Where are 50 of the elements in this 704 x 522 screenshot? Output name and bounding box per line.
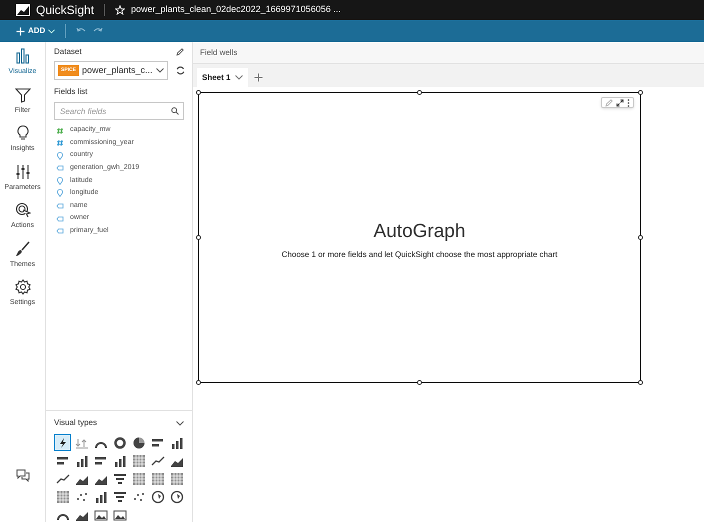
lightbulb-icon bbox=[14, 125, 30, 141]
more-icon[interactable] bbox=[627, 98, 630, 106]
visual-hint: Choose 1 or more fields and let QuickSight choose the most appropriate chart bbox=[282, 248, 558, 261]
resize-handle[interactable] bbox=[196, 235, 201, 240]
logo-icon bbox=[16, 4, 30, 16]
visual-menu[interactable] bbox=[601, 97, 634, 108]
sheet-tab[interactable]: Sheet 1 bbox=[197, 68, 248, 87]
visual-card[interactable]: AutoGraph Choose 1 or more fields and let QuickSight choose the most appropriate chart bbox=[198, 92, 641, 383]
resize-handle[interactable] bbox=[417, 380, 422, 385]
dataset-heading: Dataset bbox=[54, 46, 82, 58]
filter-icon bbox=[14, 86, 30, 102]
chevron-down-icon bbox=[235, 75, 244, 80]
map-pin-icon bbox=[56, 152, 64, 160]
search-icon bbox=[171, 107, 179, 115]
chevron-down-icon bbox=[156, 68, 164, 73]
chevron-down-icon[interactable] bbox=[176, 420, 184, 426]
lightning-icon[interactable] bbox=[54, 434, 71, 451]
map-pin-icon bbox=[56, 176, 64, 185]
expand-icon[interactable] bbox=[616, 98, 624, 106]
settings-icon bbox=[14, 279, 30, 295]
chat-bubbles-icon[interactable] bbox=[16, 469, 30, 482]
resize-handle[interactable] bbox=[196, 380, 201, 385]
resize-handle[interactable] bbox=[196, 90, 201, 95]
analysis-title: power_plants_clean_02dec2022_1669971056056 ... bbox=[131, 3, 341, 16]
search-field[interactable]: Search fields bbox=[54, 102, 184, 120]
map-pin-icon bbox=[56, 189, 64, 198]
plus-icon[interactable] bbox=[254, 73, 264, 82]
bar-chart-icon bbox=[14, 48, 30, 64]
resize-handle[interactable] bbox=[638, 235, 643, 240]
plus-icon bbox=[16, 26, 25, 36]
sliders-icon bbox=[14, 164, 30, 180]
fields-list-heading: Fields list bbox=[54, 86, 88, 98]
resize-handle[interactable] bbox=[638, 90, 643, 95]
chevron-down-icon bbox=[48, 28, 56, 34]
refresh-icon[interactable] bbox=[176, 66, 185, 75]
hash-icon bbox=[56, 139, 64, 148]
dataset-name: power_plants_c... bbox=[82, 64, 153, 77]
brush-icon bbox=[14, 240, 30, 256]
field-wells-bar[interactable]: Field wells bbox=[193, 42, 704, 64]
pencil-icon[interactable] bbox=[176, 48, 184, 56]
hash-icon bbox=[56, 126, 64, 134]
visual-title: AutoGraph bbox=[374, 220, 466, 244]
resize-handle[interactable] bbox=[417, 90, 422, 95]
star-icon bbox=[115, 5, 126, 15]
add-button[interactable]: ADD bbox=[16, 25, 56, 37]
app-name: QuickSight bbox=[36, 2, 94, 19]
resize-handle[interactable] bbox=[638, 380, 643, 385]
target-cursor-icon bbox=[14, 202, 30, 218]
tag-icon bbox=[56, 164, 64, 172]
visual-types-heading: Visual types bbox=[54, 417, 97, 429]
